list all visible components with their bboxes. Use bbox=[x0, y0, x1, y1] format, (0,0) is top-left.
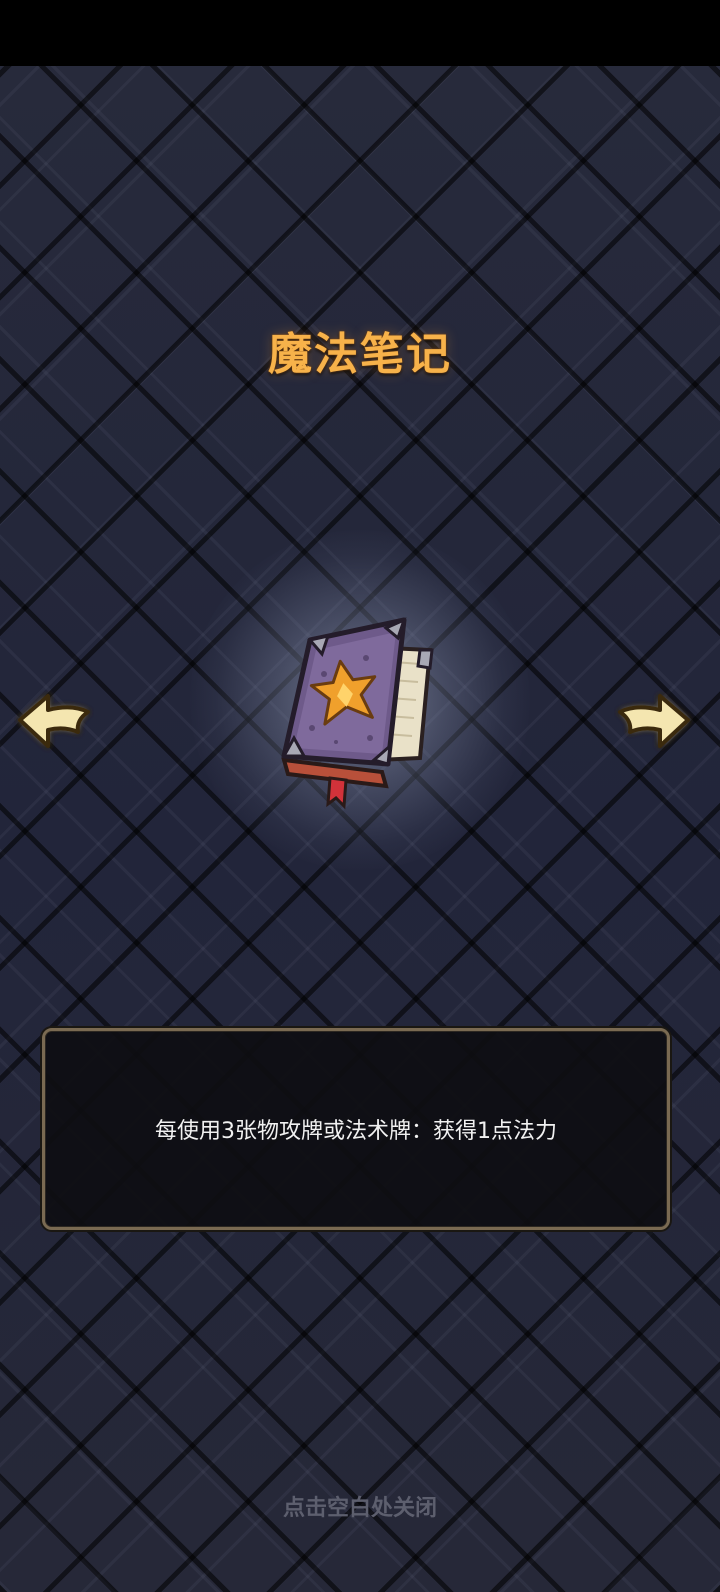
screen: 魔法笔记 每使用3张物攻牌或法术牌：获得1点法力 点击空白处关闭 bbox=[0, 0, 720, 1592]
arrow-right-icon[interactable] bbox=[614, 690, 694, 754]
spellbook-icon bbox=[281, 617, 434, 810]
close-hint[interactable]: 点击空白处关闭 bbox=[0, 1490, 720, 1522]
status-bar bbox=[0, 0, 720, 66]
description-panel: 每使用3张物攻牌或法术牌：获得1点法力 bbox=[42, 1028, 670, 1230]
item-description: 每使用3张物攻牌或法术牌：获得1点法力 bbox=[155, 1119, 557, 1144]
arrow-left-icon[interactable] bbox=[14, 690, 94, 754]
item-title: 魔法笔记 bbox=[268, 329, 452, 380]
